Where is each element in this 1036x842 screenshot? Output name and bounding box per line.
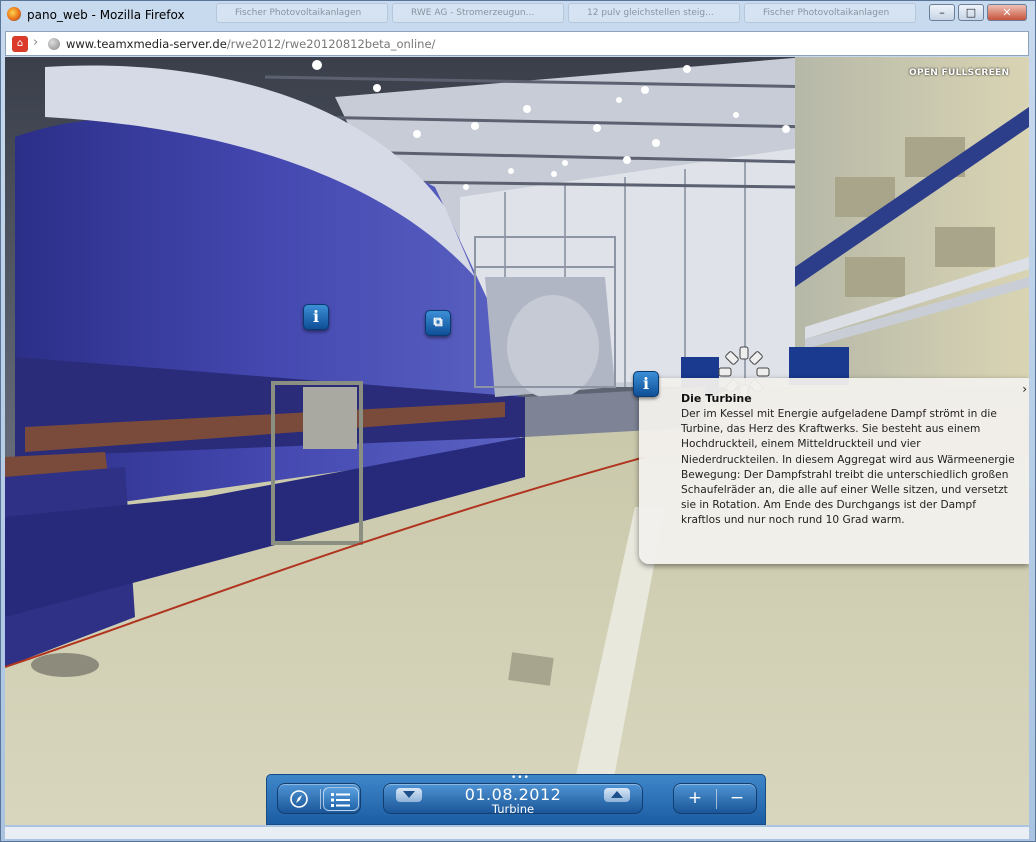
next-scene-button[interactable]	[604, 788, 630, 802]
info-close-icon[interactable]: ›	[1022, 382, 1027, 396]
globe-icon[interactable]	[48, 38, 60, 50]
info-text: Der im Kessel mit Energie aufgeladene Da…	[681, 408, 1015, 527]
tab-background-2[interactable]: RWE AG - Stromerzeugun...	[392, 3, 564, 23]
list-button[interactable]	[323, 787, 359, 811]
maximize-button[interactable]: □	[958, 4, 984, 21]
scene-name: Turbine	[491, 802, 535, 816]
tab-background-3[interactable]: 12 pulv gleichstellen steig...	[568, 3, 740, 23]
chevron-right-icon: ›	[33, 35, 39, 50]
gallery-hotspot-icon[interactable]: ⧉	[425, 310, 451, 336]
compass-button[interactable]	[281, 787, 317, 811]
window-title: pano_web - Mozilla Firefox	[27, 8, 185, 22]
drag-handle[interactable]: •••	[511, 774, 530, 783]
firefox-icon	[7, 7, 21, 21]
close-button[interactable]: ✕	[987, 4, 1027, 21]
separator	[320, 789, 321, 809]
info-hotspot-icon[interactable]: i	[303, 304, 329, 330]
status-bar	[5, 827, 1029, 839]
scene-selector: 01.08.2012 Turbine	[383, 783, 643, 816]
tab-background-1[interactable]: Fischer Photovoltaikanlagen	[216, 3, 388, 23]
background-tabs: Fischer Photovoltaikanlagen RWE AG - Str…	[216, 3, 916, 25]
tab-background-4[interactable]: Fischer Photovoltaikanlagen	[744, 3, 916, 23]
separator	[716, 789, 717, 809]
chevron-up-icon	[611, 791, 623, 798]
url-path: /rwe2012/rwe20120812beta_online/	[226, 37, 436, 51]
site-identity-icon[interactable]: ⌂	[12, 36, 28, 52]
zoom-in-button[interactable]: +	[677, 787, 713, 811]
zoom-controls: + −	[673, 783, 757, 814]
info-panel: i › Die Turbine Der im Kessel mit Energi…	[633, 371, 1029, 564]
list-icon	[331, 793, 350, 807]
control-bar: ••• 01.08.2012 Turbine + −	[266, 774, 766, 825]
window-controls: – □ ✕	[929, 4, 1027, 21]
title-bar: pano_web - Mozilla Firefox Fischer Photo…	[1, 1, 1035, 29]
zoom-out-button[interactable]: −	[719, 787, 755, 811]
url-field[interactable]: www.teamxmedia-server.de/rwe2012/rwe2012…	[66, 37, 435, 51]
panorama-viewer[interactable]: OPEN FULLSCREEN i ⧉ i › Die Turbine Der …	[5, 57, 1029, 825]
info-title: Die Turbine	[681, 392, 752, 405]
view-controls	[277, 783, 361, 814]
url-domain: www.teamxmedia-server.de	[66, 37, 227, 51]
open-fullscreen-link[interactable]: OPEN FULLSCREEN	[909, 68, 1009, 78]
minimize-button[interactable]: –	[929, 4, 955, 21]
address-bar[interactable]: ⌂ › www.teamxmedia-server.de/rwe2012/rwe…	[5, 31, 1029, 56]
info-panel-icon[interactable]: i	[633, 371, 659, 397]
compass-icon	[290, 790, 308, 808]
browser-window: pano_web - Mozilla Firefox Fischer Photo…	[0, 0, 1036, 842]
